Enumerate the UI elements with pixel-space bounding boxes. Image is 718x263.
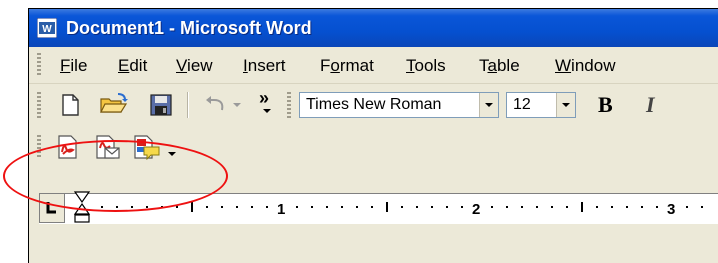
undo-dropdown-icon[interactable] [232,102,242,108]
menu-edit-label: dit [129,56,148,75]
menu-file-accel: F [60,56,71,75]
menu-format-accel: o [330,56,340,75]
menu-file[interactable]: File [60,56,87,76]
more-buttons-arrow-icon[interactable] [262,108,272,114]
chevron-down-icon [562,103,570,107]
menu-tools-accel: T [406,56,415,75]
menu-table-accel: a [487,56,497,75]
new-document-icon[interactable] [59,93,81,117]
menu-window-label: indow [571,56,616,75]
menu-table[interactable]: Table [479,56,520,76]
menu-insert[interactable]: Insert [243,56,286,76]
chevron-down-icon [485,103,493,107]
bold-button[interactable]: B [598,93,613,117]
menu-view-accel: V [176,56,188,75]
formatting-toolbar-grip[interactable] [287,92,291,118]
menu-tools-label: ools [414,56,446,75]
font-name-value: Times New Roman [306,96,442,113]
menu-table-label: ble [496,56,520,75]
font-size-dropdown[interactable] [556,93,575,117]
toolbar-grip[interactable] [37,92,41,118]
title-bar[interactable]: W Document1 - Microsoft Word [29,9,718,47]
menu-view[interactable]: View [176,56,213,76]
menu-format[interactable]: Format [320,56,374,76]
menu-insert-label: nsert [247,56,286,75]
italic-button[interactable]: I [646,93,655,117]
menubar-grip[interactable] [37,53,41,77]
font-size-combo[interactable]: 12 [506,92,576,118]
menu-edit[interactable]: Edit [118,56,147,76]
save-icon[interactable] [149,93,173,117]
menu-edit-accel: E [118,56,130,75]
menu-file-label: ile [70,56,88,75]
toolbar-separator [187,92,189,118]
menu-format-pre: F [320,56,331,75]
open-folder-icon[interactable] [99,92,129,116]
word-window: W Document1 - Microsoft Word File Edit V… [28,8,718,263]
ruler-label-3: 3 [667,201,676,218]
annotation-circle [3,140,228,212]
menu-view-label: iew [187,56,213,75]
standard-toolbar: » Times New Roman 12 B I [29,84,718,126]
ruler-label-2: 2 [472,201,481,218]
font-name-combo[interactable]: Times New Roman [299,92,499,118]
menu-format-label: rmat [339,56,374,75]
menu-window-accel: W [555,56,572,75]
window-title: Document1 - Microsoft Word [66,18,312,38]
menu-table-pre: T [479,56,488,75]
undo-icon[interactable] [204,94,228,114]
svg-text:W: W [42,24,52,35]
menu-bar: File Edit View Insert Format Tools Table… [29,47,718,84]
menu-window[interactable]: Window [555,56,615,76]
word-app-icon: W [37,18,57,38]
ruler-label-1: 1 [277,201,286,218]
font-name-dropdown[interactable] [479,93,498,117]
font-size-value: 12 [513,96,531,113]
menu-tools[interactable]: Tools [406,56,446,76]
more-buttons-chevron[interactable]: » [259,88,269,108]
